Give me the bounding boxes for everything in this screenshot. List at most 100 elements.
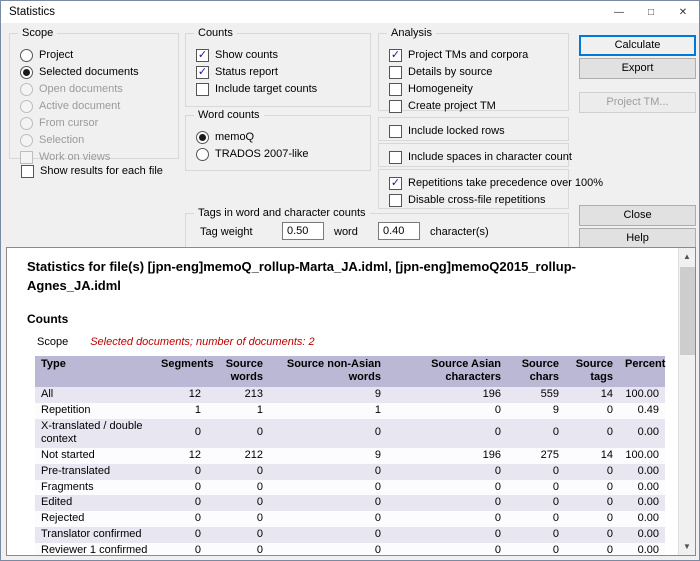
- radio-icon: [20, 83, 33, 96]
- row-type-label: Not started: [35, 448, 155, 464]
- checkbox-disable-cross-file-repetitions[interactable]: Disable cross-file repetitions: [389, 192, 568, 208]
- statistics-table: TypeSegmentsSource wordsSource non-Asian…: [35, 356, 665, 556]
- checkbox-repetitions-take-precedence-over-100[interactable]: ✓Repetitions take precedence over 100%: [389, 175, 568, 191]
- checkbox-icon: [389, 125, 402, 138]
- value-cell: 275: [507, 448, 565, 464]
- word-counts-group: Word counts memoQTRADOS 2007-like: [185, 115, 371, 171]
- vertical-scrollbar[interactable]: ▲ ▼: [678, 248, 695, 555]
- value-cell: 0: [207, 543, 269, 556]
- close-icon[interactable]: ✕: [667, 1, 699, 23]
- scope-group: Scope ProjectSelected documentsOpen docu…: [9, 33, 179, 159]
- table-row: Pre-translated0000000.00: [35, 464, 665, 480]
- radio-project[interactable]: Project: [20, 47, 178, 63]
- value-cell: 0: [387, 543, 507, 556]
- maximize-icon[interactable]: □: [635, 1, 667, 23]
- tag-weight-word-input[interactable]: [282, 222, 324, 240]
- value-cell: 0: [155, 543, 207, 556]
- tags-group-label: Tags in word and character counts: [194, 207, 370, 219]
- include-spaces-box: Include spaces in character count: [378, 143, 569, 167]
- value-cell: 0: [207, 480, 269, 496]
- value-cell: 12: [155, 448, 207, 464]
- table-header-cell: Percent: [619, 356, 665, 387]
- row-type-label: Pre-translated: [35, 464, 155, 480]
- repetitions-options: ✓Repetitions take precedence over 100% Di…: [379, 170, 568, 208]
- value-cell: 0: [507, 480, 565, 496]
- table-header-cell: Type: [35, 356, 155, 387]
- analysis-group: Analysis ✓Project TMs and corporaDetails…: [378, 33, 569, 111]
- value-cell: 0: [565, 511, 619, 527]
- spaces-options: Include spaces in character count: [379, 144, 568, 165]
- checkbox-include-locked-rows[interactable]: Include locked rows: [389, 123, 568, 139]
- help-button[interactable]: Help: [579, 228, 696, 249]
- checkbox-icon: ✓: [389, 177, 402, 190]
- scope-group-label: Scope: [18, 27, 57, 39]
- checkbox-icon: [389, 151, 402, 164]
- checkbox-include-target-counts[interactable]: Include target counts: [196, 81, 370, 97]
- value-cell: 0: [269, 527, 387, 543]
- statistics-dialog: Statistics — □ ✕ Scope ProjectSelected d…: [0, 0, 700, 561]
- value-cell: 1: [269, 403, 387, 419]
- value-cell: 0: [269, 495, 387, 511]
- value-cell: 0: [387, 495, 507, 511]
- value-cell: 0.49: [619, 403, 665, 419]
- row-type-label: X-translated / double context: [35, 419, 155, 449]
- export-button[interactable]: Export: [579, 58, 696, 79]
- project-tm-button: Project TM...: [579, 92, 696, 113]
- option-label: Disable cross-file repetitions: [408, 194, 546, 206]
- value-cell: 0.00: [619, 480, 665, 496]
- analysis-group-label: Analysis: [387, 27, 436, 39]
- scope-summary-value: Selected documents; number of documents:…: [90, 336, 314, 348]
- option-label: Include spaces in character count: [408, 151, 572, 163]
- checkbox-project-tms-and-corpora[interactable]: ✓Project TMs and corpora: [389, 47, 568, 63]
- option-label: memoQ: [215, 131, 254, 143]
- checkbox-icon: ✓: [196, 49, 209, 62]
- radio-selected-documents[interactable]: Selected documents: [20, 64, 178, 80]
- value-cell: 0: [565, 527, 619, 543]
- radio-memoq[interactable]: memoQ: [196, 129, 370, 145]
- results-title: Statistics for file(s) [jpn-eng]memoQ_ro…: [27, 258, 652, 296]
- scroll-up-icon[interactable]: ▲: [679, 248, 695, 265]
- checkbox-homogeneity[interactable]: Homogeneity: [389, 81, 568, 97]
- value-cell: 1: [207, 403, 269, 419]
- option-label: Selected documents: [39, 66, 139, 78]
- option-label: Create project TM: [408, 100, 496, 112]
- checkbox-status-report[interactable]: ✓Status report: [196, 64, 370, 80]
- value-cell: 0: [387, 464, 507, 480]
- radio-trados-2007-like[interactable]: TRADOS 2007-like: [196, 146, 370, 162]
- radio-active-document: Active document: [20, 98, 178, 114]
- value-cell: 213: [207, 387, 269, 403]
- value-cell: 0: [507, 495, 565, 511]
- minimize-icon[interactable]: —: [603, 1, 635, 23]
- calculate-button[interactable]: Calculate: [579, 35, 696, 56]
- results-panel: Statistics for file(s) [jpn-eng]memoQ_ro…: [6, 247, 696, 556]
- locked-rows-options: Include locked rows: [379, 118, 568, 139]
- option-label: Show counts: [215, 49, 278, 61]
- table-header-cell: Source chars: [507, 356, 565, 387]
- option-label: Repetitions take precedence over 100%: [408, 177, 603, 189]
- radio-dot: [23, 69, 30, 76]
- checkbox-icon: [21, 165, 34, 178]
- value-cell: 0: [387, 419, 507, 449]
- tag-weight-label: Tag weight: [200, 226, 253, 238]
- checkbox-icon: [389, 100, 402, 113]
- value-cell: 0: [387, 403, 507, 419]
- checkbox-show-counts[interactable]: ✓ Show counts: [196, 47, 370, 63]
- option-label: Homogeneity: [408, 83, 473, 95]
- checkbox-create-project-tm[interactable]: Create project TM: [389, 98, 568, 114]
- value-cell: 0: [207, 511, 269, 527]
- option-label: Include target counts: [215, 83, 317, 95]
- show-results-checkbox-container: Show results for each file: [11, 162, 163, 180]
- close-button[interactable]: Close: [579, 205, 696, 226]
- scrollbar-thumb[interactable]: [680, 267, 695, 355]
- checkbox-show-results-for-each-file[interactable]: Show results for each file: [21, 163, 163, 179]
- checkbox-icon: [389, 194, 402, 207]
- value-cell: 0: [269, 480, 387, 496]
- checkbox-include-spaces-in-character-count[interactable]: Include spaces in character count: [389, 149, 568, 165]
- value-cell: 0: [565, 480, 619, 496]
- scroll-down-icon[interactable]: ▼: [679, 538, 695, 555]
- value-cell: 100.00: [619, 387, 665, 403]
- checkbox-details-by-source[interactable]: Details by source: [389, 64, 568, 80]
- tag-weight-char-input[interactable]: [378, 222, 420, 240]
- value-cell: 14: [565, 448, 619, 464]
- value-cell: 0: [155, 480, 207, 496]
